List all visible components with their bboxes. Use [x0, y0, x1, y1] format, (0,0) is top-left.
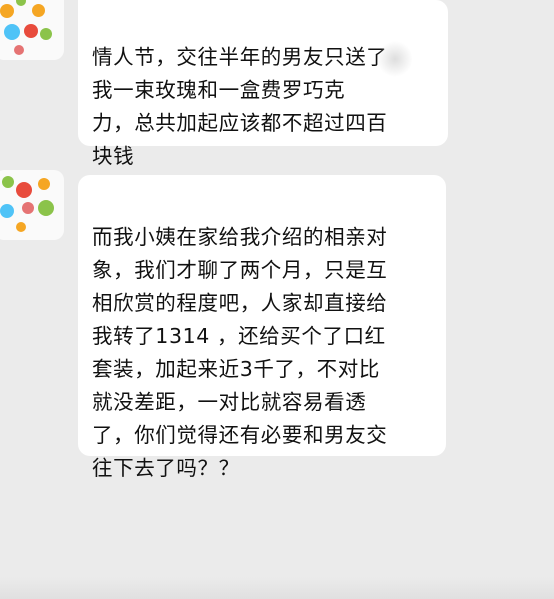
avatar-dot [24, 24, 38, 38]
avatar-dot [0, 204, 14, 218]
redaction-blur [378, 40, 412, 78]
message-text: 而我小姨在家给我介绍的相亲对 象，我们才聊了两个月，只是互 相欣赏的程度吧，人家… [92, 225, 388, 480]
avatar-dot [0, 4, 14, 18]
bottom-bar [0, 577, 554, 599]
avatar-dot [32, 4, 45, 17]
avatar[interactable] [0, 0, 64, 60]
avatar-dot [14, 45, 24, 55]
avatar-dot [16, 0, 26, 6]
avatar-dot [38, 200, 54, 216]
message-bubble[interactable]: 而我小姨在家给我介绍的相亲对 象，我们才聊了两个月，只是互 相欣赏的程度吧，人家… [78, 175, 446, 480]
avatar[interactable] [0, 170, 64, 240]
avatar-dot [40, 28, 52, 40]
avatar-dot [16, 222, 26, 232]
avatar-dot [22, 202, 34, 214]
avatar-dot [16, 182, 32, 198]
chat-window: 情人节，交往半年的男友只送了 我一束玫瑰和一盒费罗巧克 力，总共加起应该都不超过… [0, 0, 554, 599]
message-text: 情人节，交往半年的男友只送了 我一束玫瑰和一盒费罗巧克 力，总共加起应该都不超过… [92, 45, 388, 168]
avatar-dot [38, 178, 50, 190]
message-bubble[interactable]: 情人节，交往半年的男友只送了 我一束玫瑰和一盒费罗巧克 力，总共加起应该都不超过… [78, 0, 448, 168]
avatar-dot [2, 176, 14, 188]
avatar-dot [4, 24, 20, 40]
